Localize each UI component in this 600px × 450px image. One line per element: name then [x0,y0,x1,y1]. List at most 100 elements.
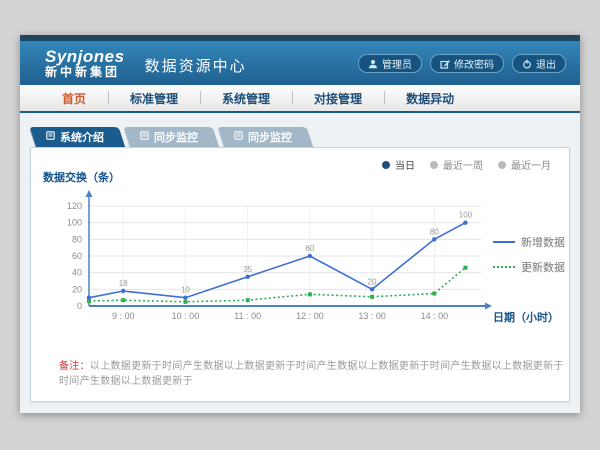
power-icon [522,59,532,69]
nav-item-3[interactable]: 对接管理 [292,85,384,111]
data-point [121,289,125,293]
data-point-label: 20 [368,277,377,286]
header-actions: 管理员 修改密码 退出 [358,54,566,73]
range-options: 当日 最近一周 最近一月 [382,157,551,172]
data-point-label: 80 [430,227,439,236]
x-tick-label: 14 : 00 [421,311,449,321]
tab-label: 同步监控 [248,129,292,145]
legend-item-0[interactable]: 新增数据 [493,234,565,250]
main-nav: 首页 标准管理 系统管理 对接管理 数据异动 [20,85,580,113]
y-tick-label: 40 [72,268,82,278]
y-tick-label: 20 [72,284,82,294]
y-tick-label: 80 [72,234,82,244]
app-window: Synjones 新中新集团 数据资源中心 管理员修改密码退出 首页标准管理系统… [20,35,580,413]
range-option-label: 最近一周 [443,157,483,172]
app-title: 数据资源中心 [145,55,247,76]
header-action-label: 退出 [536,56,556,71]
data-point-label: 60 [305,244,314,253]
x-axis-title: 日期（小时） [493,310,559,324]
header-action-logout[interactable]: 退出 [512,54,566,73]
tab-inner: 同步监控 [126,127,216,147]
tab-label: 系统介绍 [60,129,104,145]
x-tick-label: 9 : 00 [112,311,135,321]
data-point [87,299,91,303]
edit-icon [440,59,450,69]
desktop-background: Synjones 新中新集团 数据资源中心 管理员修改密码退出 首页标准管理系统… [0,0,600,450]
legend-item-1[interactable]: 更新数据 [493,259,565,275]
tab-inner: 系统介绍 [32,127,122,147]
data-point [432,292,436,296]
legend-label: 更新数据 [521,259,565,275]
brand-name: Synjones [45,48,125,65]
y-axis-arrow-icon [86,190,93,197]
doc-icon [140,131,149,143]
nav-item-label: 标准管理 [130,90,178,107]
legend-swatch [493,241,515,243]
data-point [463,266,467,270]
data-point [308,292,312,296]
user-icon [368,59,378,69]
radio-icon [498,161,506,169]
nav-item-label: 系统管理 [222,90,270,107]
header-action-label: 修改密码 [454,56,494,71]
x-tick-label: 11 : 00 [234,311,261,321]
tab-2[interactable]: 同步监控 [220,127,310,147]
data-point-label: 35 [243,265,252,274]
doc-icon [46,131,55,143]
range-option-1[interactable]: 最近一周 [430,157,483,172]
range-option-label: 最近一月 [511,157,551,172]
data-point [121,298,125,302]
nav-item-2[interactable]: 系统管理 [200,85,292,111]
data-point [463,220,467,224]
data-point-label: 10 [181,286,190,295]
tab-label: 同步监控 [154,129,198,145]
app-header: Synjones 新中新集团 数据资源中心 管理员 修改密码 退出 [20,41,580,85]
nav-item-4[interactable]: 数据异动 [384,85,476,111]
y-tick-label: 120 [67,201,82,211]
radio-icon [382,161,390,169]
x-tick-label: 12 : 00 [296,311,324,321]
nav-item-label: 对接管理 [314,90,362,107]
header-action-change-password[interactable]: 修改密码 [430,54,504,73]
data-point-label: 18 [119,279,128,288]
data-point [246,298,250,302]
data-point [183,300,187,304]
data-point [370,287,374,291]
x-tick-label: 10 : 00 [172,311,200,321]
tab-0[interactable]: 系统介绍 [32,127,122,147]
range-option-label: 当日 [395,157,415,172]
nav-item-label: 首页 [62,90,86,107]
nav-item-1[interactable]: 标准管理 [108,85,200,111]
header-action-label: 管理员 [382,56,412,71]
nav-item-label: 数据异动 [406,90,454,107]
series-line-0 [89,223,465,298]
footnote-text: 以上数据更新于时间产生数据以上数据更新于时间产生数据以上数据更新于时间产生数据以… [59,361,564,387]
line-chart: 0 20 40 60 80 100 120 9 : 00 10 : 00 11 : 00 12 : … [31,184,569,336]
legend-swatch [493,266,515,268]
range-option-0[interactable]: 当日 [382,157,415,172]
data-point [245,275,249,279]
data-point [308,254,312,258]
range-option-2[interactable]: 最近一月 [498,157,551,172]
data-point [432,237,436,241]
tab-inner: 同步监控 [220,127,310,147]
chart-panel: 当日最近一周最近一月 数据交换（条） 0204060801001209 : 00… [30,147,570,402]
footnote: 备注：以上数据更新于时间产生数据以上数据更新于时间产生数据以上数据更新于时间产生… [59,357,569,387]
company-name: 新中新集团 [45,65,125,79]
logo: Synjones 新中新集团 [45,48,125,79]
tab-bar: 系统介绍 同步监控 同步监控 [32,127,314,147]
tab-1[interactable]: 同步监控 [126,127,216,147]
radio-icon [430,161,438,169]
x-axis-arrow-icon [485,303,492,310]
y-tick-label: 60 [72,251,82,261]
y-tick-label: 0 [77,301,82,311]
nav-item-0[interactable]: 首页 [40,85,108,111]
doc-icon [234,131,243,143]
data-point-label: 100 [459,211,473,220]
header-action-user[interactable]: 管理员 [358,54,422,73]
chart-legend: 新增数据更新数据 [493,234,565,284]
content-area: 系统介绍同步监控同步监控 当日最近一周最近一月 数据交换（条） 02040608… [20,113,580,413]
data-point [370,295,374,299]
x-tick-label: 13 : 00 [358,311,386,321]
footnote-label: 备注： [59,361,90,372]
